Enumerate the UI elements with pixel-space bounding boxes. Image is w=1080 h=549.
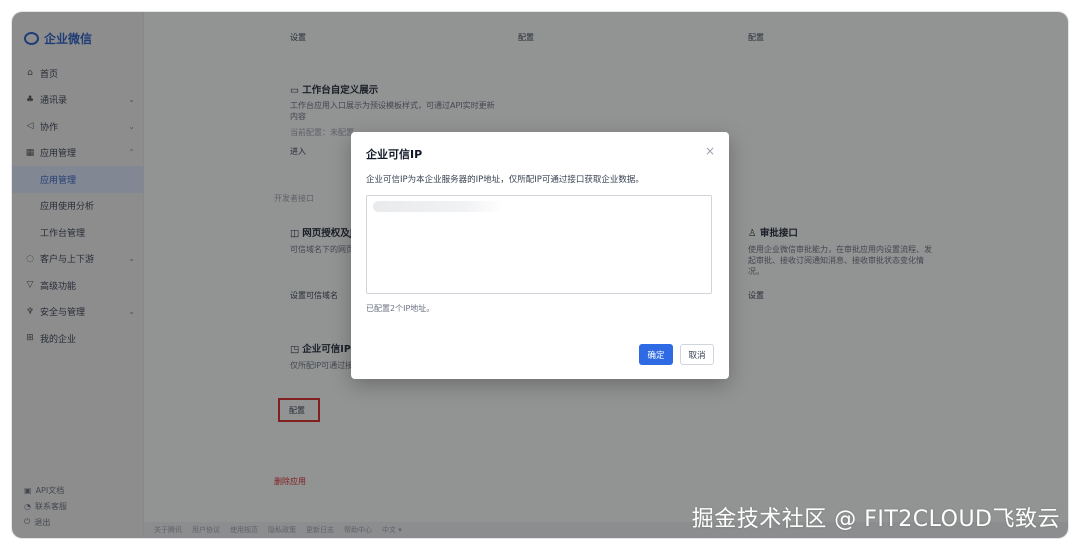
cancel-button[interactable]: 取消 bbox=[680, 344, 714, 365]
redacted-ip-blur bbox=[373, 201, 503, 212]
trusted-ip-dialog: 企业可信IP × 企业可信IP为本企业服务器的IP地址，仅所配IP可通过接口获取… bbox=[351, 132, 729, 379]
close-icon[interactable]: × bbox=[705, 144, 715, 158]
dialog-title: 企业可信IP bbox=[366, 148, 423, 161]
confirm-button[interactable]: 确定 bbox=[639, 344, 673, 365]
ip-count-text: 已配置2个IP地址。 bbox=[366, 304, 435, 313]
dialog-message: 企业可信IP为本企业服务器的IP地址，仅所配IP可通过接口获取企业数据。 bbox=[366, 175, 644, 185]
watermark-text: 掘金技术社区 @ FIT2CLOUD飞致云 bbox=[691, 507, 1060, 532]
